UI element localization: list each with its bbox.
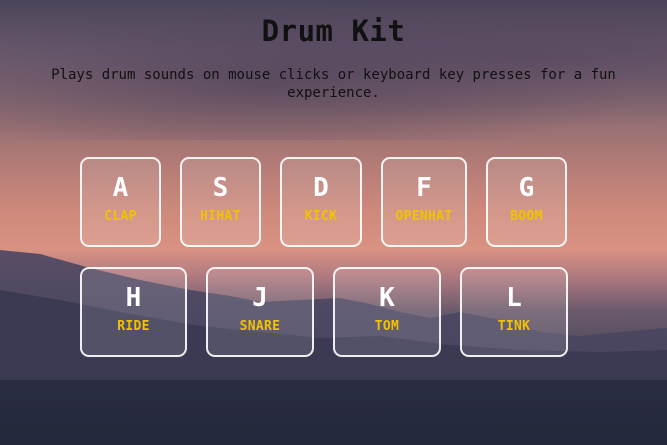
drum-key-h[interactable]: H RIDE bbox=[80, 267, 187, 357]
key-letter: D bbox=[313, 173, 329, 203]
key-sound-label: TOM bbox=[374, 319, 400, 334]
drum-key-k[interactable]: K TOM bbox=[333, 267, 441, 357]
key-letter: G bbox=[518, 173, 535, 203]
key-letter: L bbox=[506, 283, 522, 313]
page-title: Drum Kit bbox=[261, 14, 406, 48]
key-letter: S bbox=[212, 173, 229, 203]
drum-key-j[interactable]: J SNARE bbox=[206, 267, 314, 357]
drum-key-d[interactable]: D KICK bbox=[280, 157, 362, 247]
key-sound-label: SNARE bbox=[239, 319, 281, 334]
key-sound-label: RIDE bbox=[117, 319, 150, 334]
key-sound-label: TINK bbox=[497, 319, 531, 334]
key-letter: J bbox=[252, 283, 268, 313]
drum-key-g[interactable]: G BOOM bbox=[486, 157, 567, 247]
drum-key-s[interactable]: S HIHAT bbox=[180, 157, 261, 247]
drum-key-a[interactable]: A CLAP bbox=[80, 157, 161, 247]
key-sound-label: KICK bbox=[304, 209, 338, 224]
key-letter: A bbox=[112, 173, 129, 203]
key-letter: F bbox=[416, 173, 432, 203]
key-sound-label: BOOM bbox=[510, 209, 543, 224]
key-sound-label: CLAP bbox=[104, 209, 137, 224]
key-letter: H bbox=[125, 283, 142, 313]
key-sound-label: HIHAT bbox=[200, 209, 241, 224]
drum-kit-app: Drum Kit Plays drum sounds on mouse clic… bbox=[0, 0, 667, 445]
key-sound-label: OPENHAT bbox=[395, 209, 453, 224]
page-subtitle: Plays drum sounds on mouse clicks or key… bbox=[51, 67, 616, 101]
key-letter: K bbox=[379, 283, 395, 313]
drum-key-f[interactable]: F OPENHAT bbox=[381, 157, 467, 247]
drum-key-l[interactable]: L TINK bbox=[460, 267, 568, 357]
